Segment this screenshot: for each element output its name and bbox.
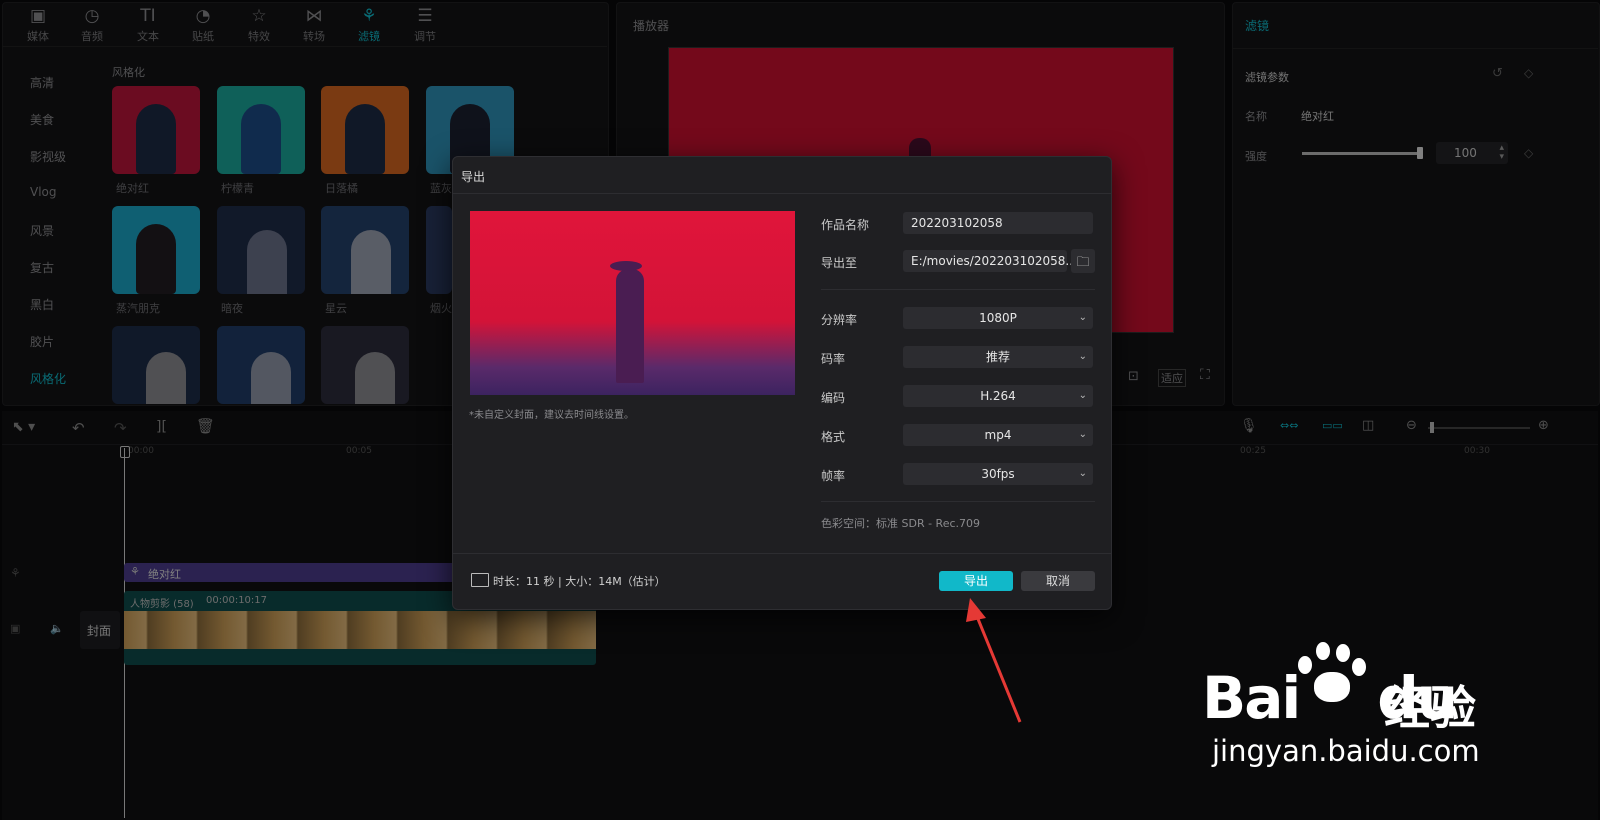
film-icon [471, 573, 489, 587]
dialog-divider [453, 193, 1111, 194]
cover-hint: *未自定义封面，建议去时间线设置。 [469, 410, 634, 421]
fps-value: 30fps [981, 467, 1015, 481]
codec-label: 编码 [821, 391, 846, 405]
format-label: 格式 [821, 430, 846, 444]
section-divider [821, 501, 1095, 502]
bitrate-label: 码率 [821, 352, 846, 366]
color-space: 色彩空间：标准 SDR - Rec.709 [821, 517, 981, 530]
fps-label: 帧率 [821, 469, 846, 483]
bitrate-value: 推荐 [985, 350, 1010, 364]
cover-preview[interactable] [470, 211, 795, 395]
dialog-title: 导出 [461, 170, 486, 184]
name-input[interactable]: 202203102058 [903, 212, 1093, 234]
section-divider [821, 289, 1095, 290]
watermark-url: jingyan.baidu.com [1212, 734, 1480, 768]
chevron-down-icon: ⌄ [1078, 468, 1087, 479]
bitrate-select[interactable]: 推荐 ⌄ [903, 346, 1093, 368]
fps-select[interactable]: 30fps ⌄ [903, 463, 1093, 485]
resolution-label: 分辨率 [821, 313, 858, 327]
export-summary: 时长：11 秒 | 大小：14M（估计） [493, 575, 666, 588]
resolution-select[interactable]: 1080P ⌄ [903, 307, 1093, 329]
path-input[interactable]: E:/movies/202203102058... [903, 250, 1077, 272]
export-dialog: 导出 *未自定义封面，建议去时间线设置。 作品名称 202203102058 导… [452, 156, 1112, 610]
export-button[interactable]: 导出 [939, 571, 1013, 591]
codec-select[interactable]: H.264 ⌄ [903, 385, 1093, 407]
silhouette [616, 269, 644, 383]
chevron-down-icon: ⌄ [1078, 312, 1087, 323]
footer-divider [453, 553, 1111, 554]
format-value: mp4 [984, 428, 1012, 442]
chevron-down-icon: ⌄ [1078, 351, 1087, 362]
hat [610, 261, 642, 271]
chevron-down-icon: ⌄ [1078, 390, 1087, 401]
format-select[interactable]: mp4 ⌄ [903, 424, 1093, 446]
codec-value: H.264 [980, 389, 1016, 403]
folder-button[interactable]: 🗀 [1071, 249, 1095, 273]
cancel-button[interactable]: 取消 [1021, 571, 1095, 591]
resolution-value: 1080P [979, 311, 1017, 325]
chevron-down-icon: ⌄ [1078, 429, 1087, 440]
name-label: 作品名称 [821, 218, 870, 232]
folder-icon: 🗀 [1076, 255, 1090, 270]
path-label: 导出至 [821, 256, 858, 270]
annotation-arrow [966, 598, 1022, 723]
jingyan-logo: 经验 [1384, 681, 1476, 735]
